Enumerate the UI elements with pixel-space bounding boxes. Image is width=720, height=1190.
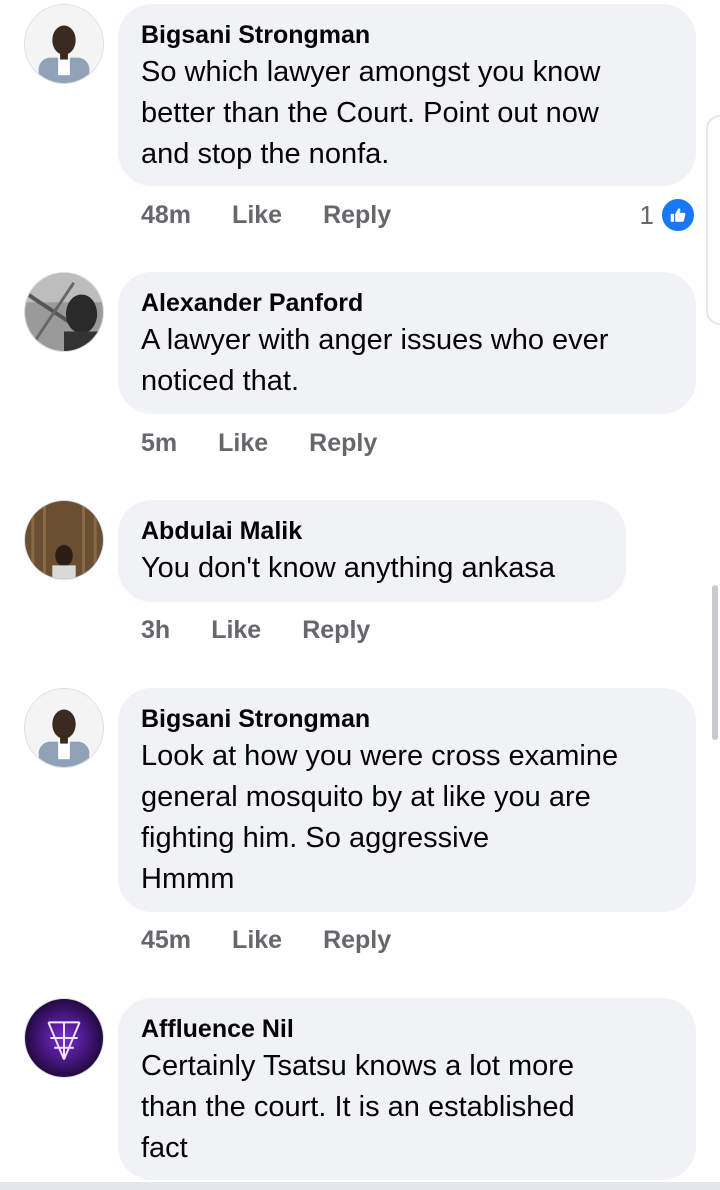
comment-line: better than the Court. Point out now [141,97,599,129]
comment-line: general mosquito by at like you are [141,781,591,813]
comment-line: fact [141,1132,188,1164]
comment-author[interactable]: Bigsani Strongman [141,704,670,734]
comment-text: So which lawyer amongst you know better … [141,52,670,175]
comment-line: and stop the nonfa. [141,138,390,170]
comment-line: A lawyer with anger issues who ever [141,324,609,356]
reply-button[interactable]: Reply [323,926,391,955]
reaction-count-number: 1 [639,199,654,230]
avatar-photo-icon [25,501,103,579]
comment-text: You don't know anything ankasa [141,548,600,589]
divider [0,1182,720,1190]
reply-button[interactable]: Reply [309,429,377,458]
comment-author[interactable]: Abdulai Malik [141,516,600,546]
avatar[interactable] [24,272,104,352]
comment-actions: 5m Like Reply [141,426,377,460]
avatar[interactable] [24,998,104,1078]
avatar-photo-icon [25,689,103,767]
avatar-photo-icon [25,5,103,83]
comment-text: Look at how you were cross examine gener… [141,736,670,900]
comment-actions: 45m Like Reply [141,923,391,957]
comment-timestamp[interactable]: 45m [141,926,191,955]
comment-timestamp[interactable]: 3h [141,616,170,645]
comment-actions: 3h Like Reply [141,613,370,647]
comment-line: Certainly Tsatsu knows a lot more [141,1050,575,1082]
comment-author[interactable]: Bigsani Strongman [141,20,670,50]
comment-text: A lawyer with anger issues who ever noti… [141,320,670,402]
avatar[interactable] [24,688,104,768]
thumbs-up-icon [660,197,696,233]
comment-bubble: Abdulai Malik You don't know anything an… [118,500,626,602]
like-button[interactable]: Like [211,616,261,645]
like-button[interactable]: Like [232,926,282,955]
comment-bubble: Affluence Nil Certainly Tsatsu knows a l… [118,998,696,1180]
comment-line: fighting him. So aggressive [141,822,490,854]
comment-line: Look at how you were cross examine [141,740,619,772]
scrollbar[interactable] [712,585,718,740]
reaction-count[interactable]: 1 [639,197,696,233]
comment-bubble: Bigsani Strongman Look at how you were c… [118,688,696,912]
comment-bubble: Alexander Panford A lawyer with anger is… [118,272,696,414]
edge-panel-handle[interactable] [706,115,720,325]
comment-author[interactable]: Alexander Panford [141,288,670,318]
like-button[interactable]: Like [232,201,282,230]
comment-bubble: Bigsani Strongman So which lawyer amongs… [118,4,696,186]
avatar[interactable] [24,4,104,84]
like-button[interactable]: Like [218,429,268,458]
comment-timestamp[interactable]: 5m [141,429,177,458]
reply-button[interactable]: Reply [302,616,370,645]
comment-author[interactable]: Affluence Nil [141,1014,670,1044]
avatar-photo-icon [25,273,103,351]
reply-button[interactable]: Reply [323,201,391,230]
avatar[interactable] [24,500,104,580]
comment-line: So which lawyer amongst you know [141,56,601,88]
comment-line: Hmmm [141,863,235,895]
comment-actions: 48m Like Reply [141,198,391,232]
avatar-logo-icon [25,999,103,1077]
comment-timestamp[interactable]: 48m [141,201,191,230]
comment-line: You don't know anything ankasa [141,552,556,584]
comment-line: noticed that. [141,365,299,397]
comment-line: than the court. It is an established [141,1091,575,1123]
comment-text: Certainly Tsatsu knows a lot more than t… [141,1046,670,1169]
